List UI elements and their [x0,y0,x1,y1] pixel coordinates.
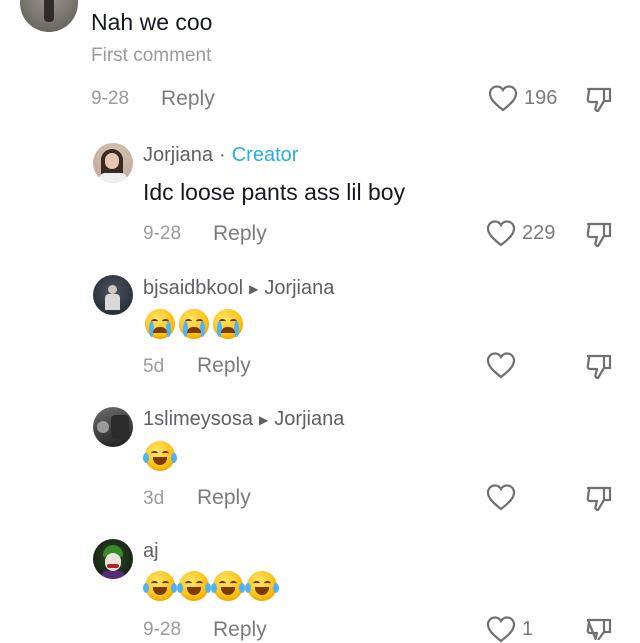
loudly-crying-face-icon [145,309,175,339]
heart-icon [486,483,516,511]
username-label[interactable]: bjsaidbkool [143,277,243,300]
comment-username[interactable]: Jorjiana · Creator [143,144,298,167]
comment-text: Idc loose pants ass lil boy [143,179,406,205]
like-button[interactable]: 196 [488,84,557,112]
comment-date: 9-28 [143,619,182,640]
like-count: 229 [522,221,556,244]
reply-button[interactable]: Reply [213,222,267,246]
reply-button[interactable]: Reply [197,486,251,510]
comment-text: Nah we coo [91,9,213,35]
reply-to-label[interactable]: Jorjiana [274,408,344,431]
face-with-tears-of-joy-icon [143,441,177,471]
heart-icon [486,615,516,643]
username-label[interactable]: 1slimeysosa [143,408,253,431]
face-with-tears-of-joy-icon [245,571,279,601]
triangle-right-icon: ▶ [249,281,259,296]
comment-username[interactable]: bjsaidbkool ▶ Jorjiana [143,277,334,300]
comment-username[interactable]: 1slimeysosa ▶ Jorjiana [143,408,344,431]
reply-button[interactable]: Reply [197,354,251,378]
avatar[interactable] [93,539,133,579]
heart-icon [488,84,518,112]
avatar[interactable] [20,0,78,32]
comment-date: 9-28 [91,88,130,109]
like-count: 196 [524,86,558,109]
emoji-row [143,571,279,601]
thumbs-down-icon[interactable] [584,483,614,513]
reply-button[interactable]: Reply [161,87,215,111]
creator-badge: Creator [231,144,299,166]
avatar[interactable] [93,407,133,447]
username-label[interactable]: aj [143,540,159,563]
emoji-row [143,441,177,471]
face-with-tears-of-joy-icon [177,571,211,601]
reply-to-label[interactable]: Jorjiana [264,277,334,300]
thumbs-down-icon[interactable] [584,219,614,249]
comment-username[interactable]: aj [143,540,159,563]
triangle-right-icon: ▶ [259,412,269,427]
like-button[interactable]: 1 [486,615,533,643]
thumbs-down-icon[interactable] [584,615,614,640]
face-with-tears-of-joy-icon [211,571,245,601]
heart-icon [486,351,516,379]
comment-date: 3d [143,488,165,509]
face-with-tears-of-joy-icon [143,571,177,601]
like-button[interactable]: 229 [486,219,555,247]
thumbs-down-icon[interactable] [584,84,614,114]
avatar[interactable] [93,275,133,315]
like-button[interactable] [486,483,516,511]
emoji-row [145,309,243,339]
comment-date: 9-28 [143,223,182,244]
avatar[interactable] [93,143,133,183]
like-count: 1 [522,617,534,640]
username-label[interactable]: Jorjiana [143,144,213,167]
heart-icon [486,219,516,247]
first-comment-label: First comment [91,45,212,66]
comment-date: 5d [143,356,165,377]
separator: · [219,144,226,166]
loudly-crying-face-icon [213,309,243,339]
like-button[interactable] [486,351,516,379]
loudly-crying-face-icon [179,309,209,339]
thumbs-down-icon[interactable] [584,351,614,381]
reply-button[interactable]: Reply [213,618,267,642]
